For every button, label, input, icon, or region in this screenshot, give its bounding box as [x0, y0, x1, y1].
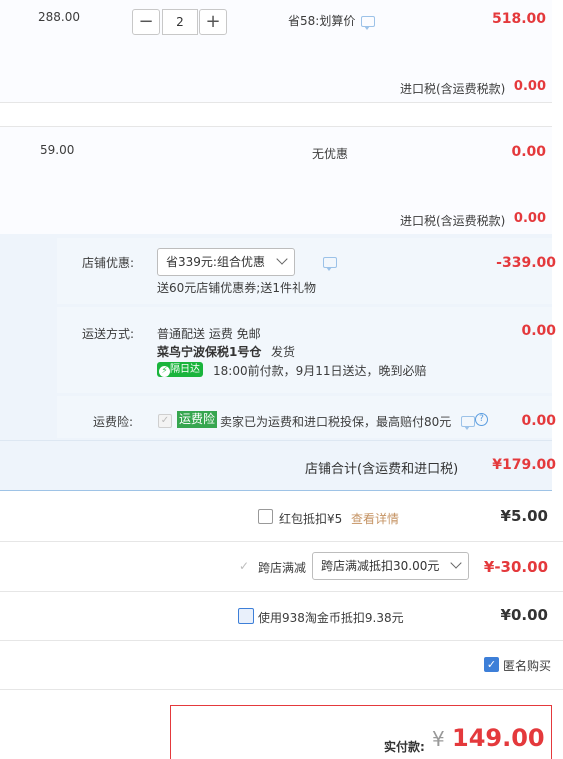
- pay-currency: ¥: [432, 727, 445, 751]
- warehouse-name: 菜鸟宁波保税1号仓: [157, 345, 262, 359]
- pay-amount: 149.00: [452, 724, 545, 752]
- import-tax-label: 进口税(含运费税款): [400, 214, 506, 228]
- delivery-promise: 18:00前付款，9月11日送达，晚到必赔: [213, 364, 427, 378]
- coins-label: 使用938淘金币抵扣9.38元: [258, 611, 404, 625]
- delivery-ship: 发货: [271, 345, 296, 359]
- delivery-row: [57, 307, 552, 393]
- chevron-down-icon: [450, 557, 462, 569]
- delivery-value: 0.00: [521, 323, 556, 339]
- shop-discount-value: -339.00: [496, 255, 556, 271]
- insurance-checkbox[interactable]: ✓: [158, 414, 172, 428]
- redpacket-checkbox[interactable]: [258, 509, 273, 524]
- divider: [0, 640, 563, 641]
- shop-discount-select-value: 省339元:组合优惠: [166, 255, 265, 269]
- item-promo: 无优惠: [312, 147, 349, 161]
- qty-plus-button[interactable]: +: [199, 9, 227, 35]
- import-tax-label: 进口税(含运费税款): [400, 82, 506, 96]
- chevron-down-icon: [276, 253, 288, 265]
- shop-subtotal-label: 店铺合计(含运费和进口税): [305, 462, 459, 477]
- divider: [0, 126, 552, 127]
- coins-value: ¥0.00: [500, 606, 548, 624]
- divider: [0, 591, 563, 592]
- insurance-tag: 运费险: [177, 411, 218, 428]
- crossstore-label: 跨店满减: [258, 561, 307, 575]
- item-price: 59.00: [40, 143, 75, 157]
- shop-subtotal-value: ¥179.00: [492, 457, 556, 473]
- redpacket-label: 红包抵扣¥5: [279, 512, 343, 526]
- import-tax-value: 0.00: [513, 79, 546, 94]
- pay-label: 实付款:: [384, 740, 425, 754]
- import-tax-value: 0.00: [513, 211, 546, 226]
- delivery-method: 普通配送 运费 免邮: [157, 327, 261, 341]
- redpacket-value: ¥5.00: [500, 507, 548, 525]
- message-icon[interactable]: [361, 16, 375, 30]
- message-icon[interactable]: [461, 416, 475, 430]
- divider: [0, 102, 552, 103]
- item-promo: 省58:划算价: [288, 14, 356, 28]
- divider: [0, 440, 552, 441]
- divider: [0, 490, 552, 491]
- crossstore-select-value: 跨店满减抵扣30.00元: [321, 559, 440, 573]
- shop-discount-note: 送60元店铺优惠券;送1件礼物: [157, 281, 316, 295]
- shop-discount-select[interactable]: 省339元:组合优惠: [157, 248, 295, 276]
- delivery-label: 运送方式:: [82, 327, 135, 341]
- crossstore-value: ¥-30.00: [483, 558, 548, 576]
- next-day-badge: ⚡ 隔日达: [157, 362, 203, 377]
- item-total: 518.00: [491, 11, 546, 27]
- insurance-desc: 卖家已为运费和进口税投保，最高赔付80元: [220, 415, 452, 429]
- anonymous-label: 匿名购买: [503, 659, 552, 673]
- insurance-label: 运费险:: [93, 415, 134, 429]
- help-icon[interactable]: ?: [475, 413, 488, 426]
- redpacket-detail-link[interactable]: 查看详情: [351, 510, 399, 527]
- message-icon[interactable]: [323, 257, 337, 271]
- anonymous-checkbox[interactable]: ✓: [484, 657, 499, 672]
- item-total: 0.00: [511, 144, 546, 160]
- coins-checkbox[interactable]: [238, 608, 254, 624]
- qty-input[interactable]: 2: [162, 9, 198, 35]
- qty-minus-button[interactable]: −: [132, 9, 160, 35]
- divider: [0, 689, 563, 690]
- insurance-value: 0.00: [521, 413, 556, 429]
- divider: [0, 541, 563, 542]
- item-price: 288.00: [38, 10, 80, 24]
- crossstore-check-icon[interactable]: ✓: [239, 559, 249, 573]
- crossstore-select[interactable]: 跨店满减抵扣30.00元: [312, 552, 469, 580]
- badge-label: 隔日达: [170, 364, 200, 375]
- shop-discount-label: 店铺优惠:: [82, 256, 135, 270]
- lightning-icon: ⚡: [159, 366, 170, 377]
